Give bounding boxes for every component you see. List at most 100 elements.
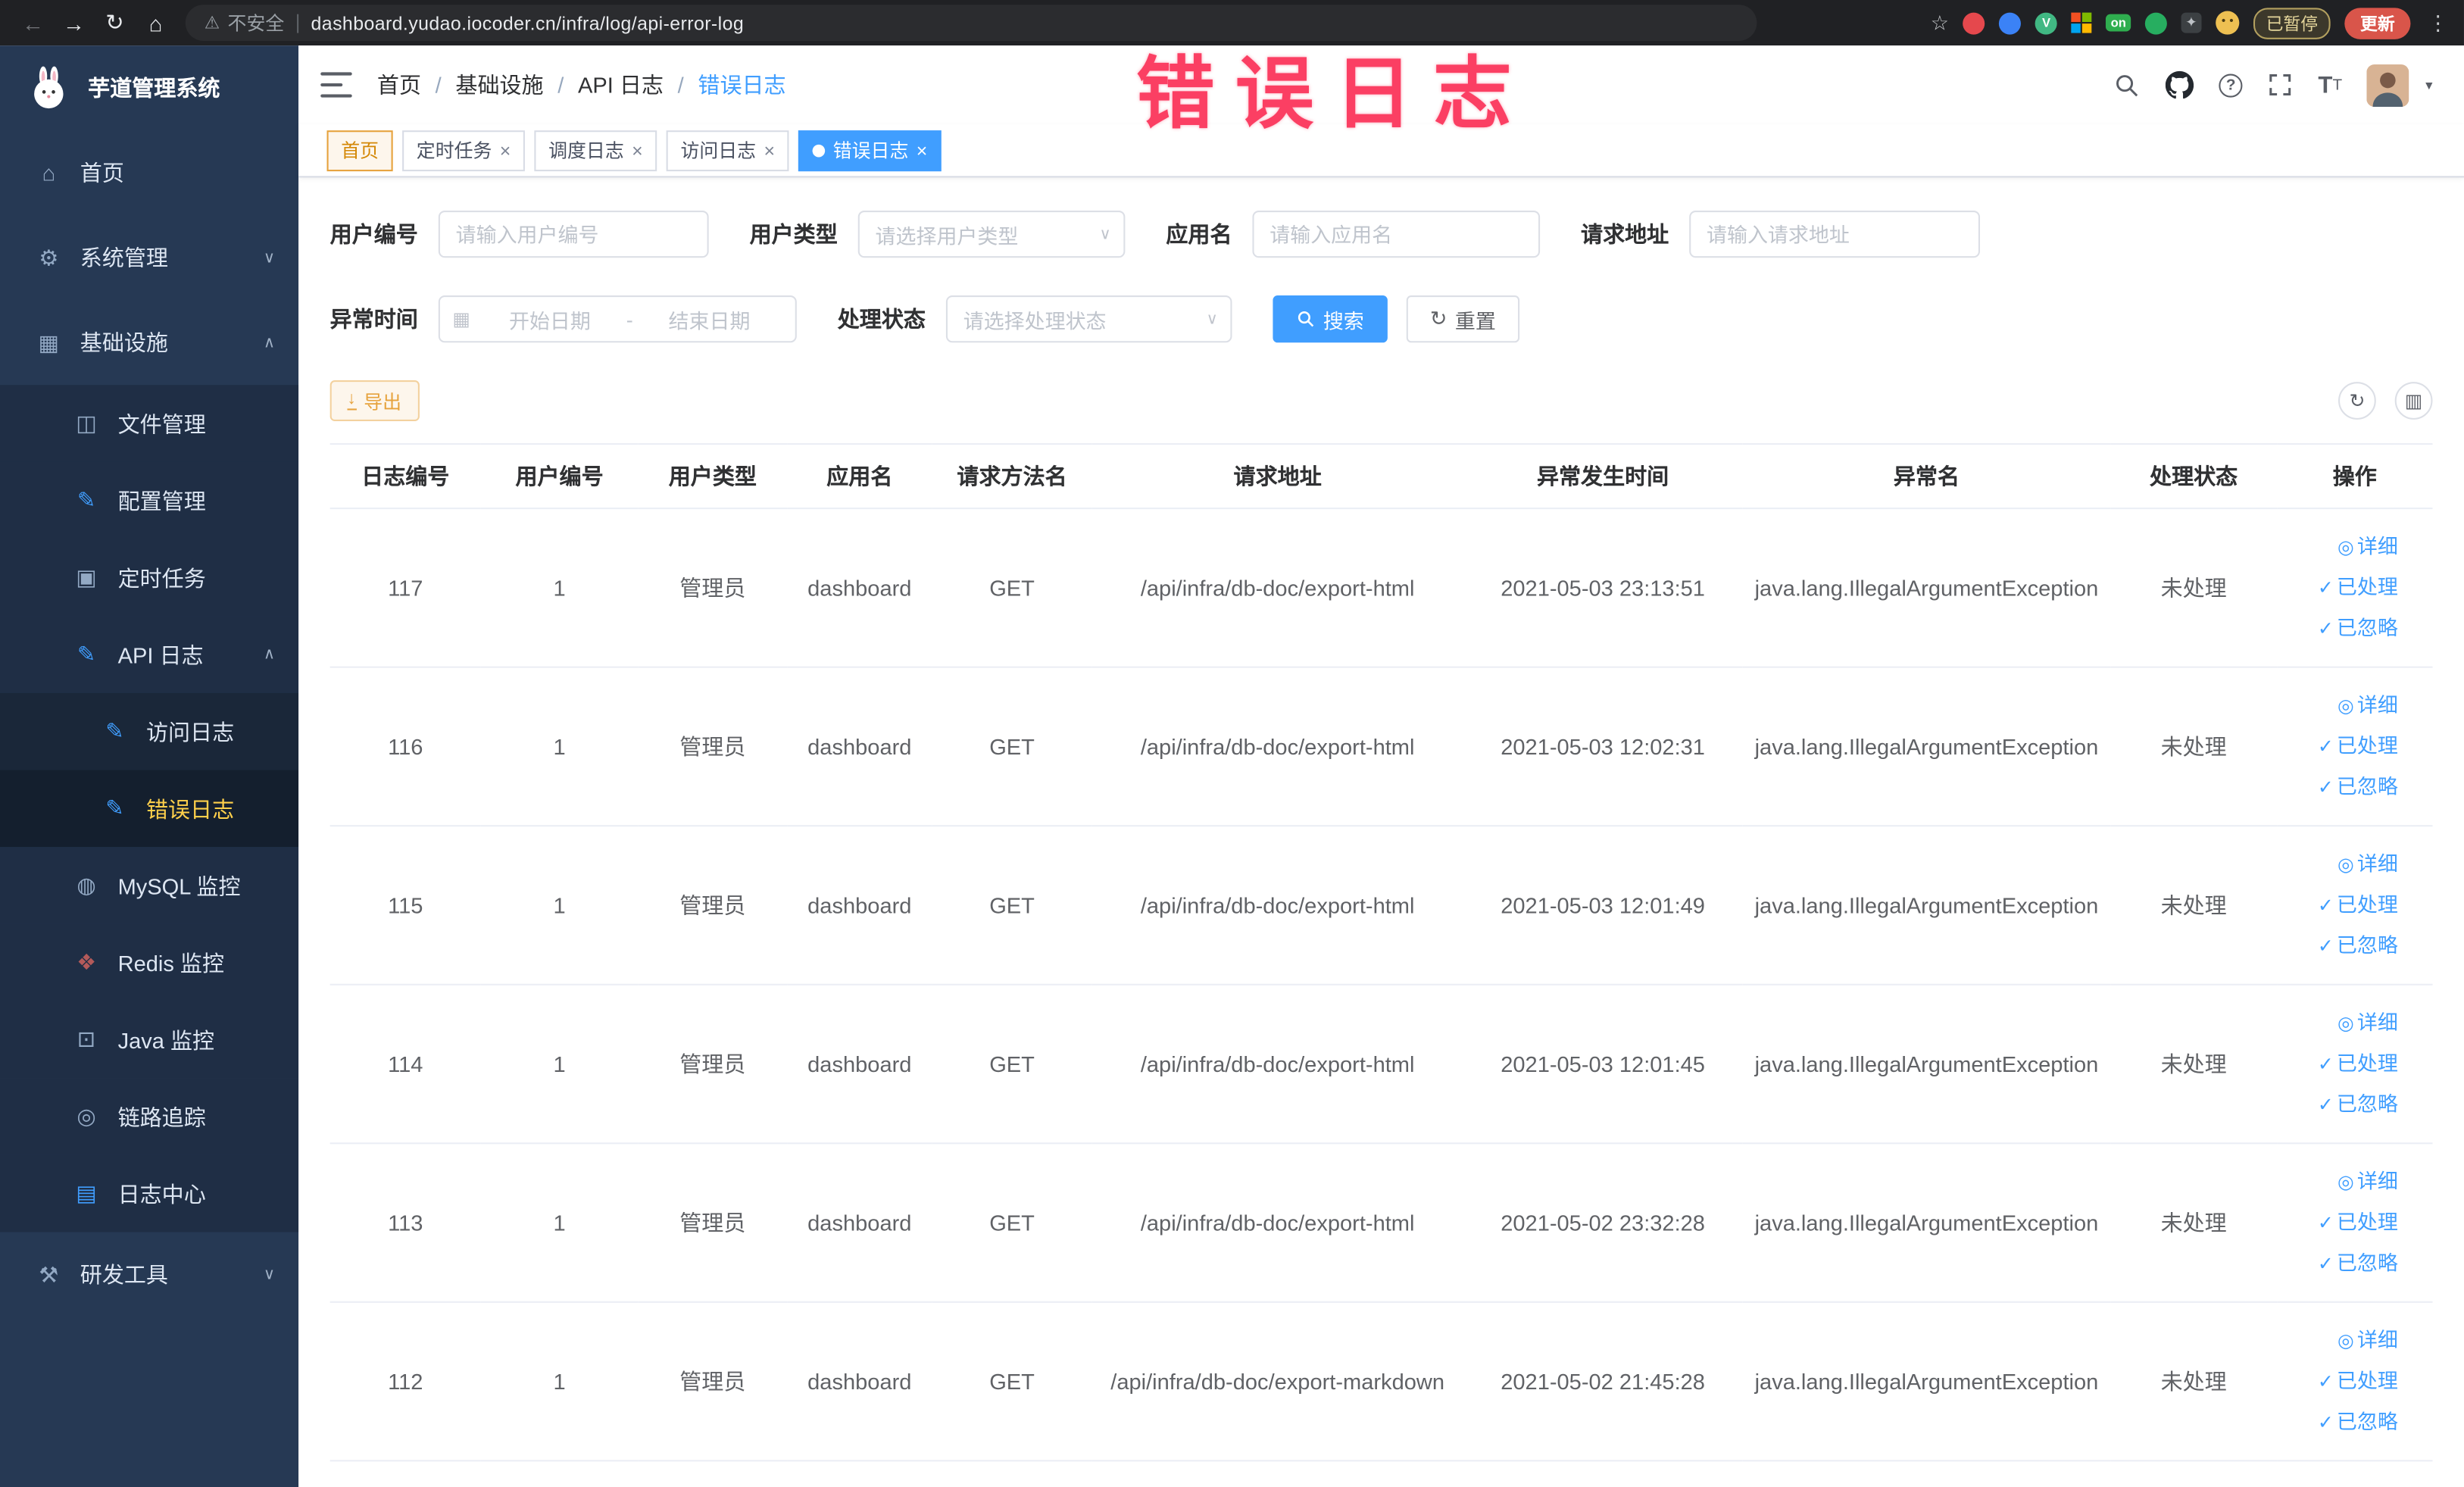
cell-user-id: 1: [480, 1301, 639, 1462]
process-status-select[interactable]: 请选择处理状态 ∨: [945, 295, 1232, 343]
breadcrumb-infrastructure[interactable]: 基础设施: [455, 69, 543, 100]
detail-link[interactable]: ◎ 详细: [2280, 844, 2398, 885]
sidebar-toggle-icon[interactable]: [320, 72, 352, 98]
ext-dark-icon[interactable]: ✦: [2181, 12, 2202, 33]
mark-processed-link[interactable]: ✓ 已处理: [2280, 726, 2398, 767]
close-icon[interactable]: ×: [500, 139, 511, 161]
request-url-input[interactable]: [1689, 210, 1980, 258]
mark-ignored-link[interactable]: ✓ 已忽略: [2280, 767, 2398, 808]
cell-app-name: dashboard: [787, 667, 932, 827]
ext-green-icon[interactable]: [2144, 11, 2167, 34]
detail-link[interactable]: ◎ 详细: [2280, 686, 2398, 726]
fullscreen-icon[interactable]: [2268, 72, 2293, 97]
reload-icon[interactable]: ↻: [94, 9, 135, 36]
help-icon[interactable]: ?: [2219, 73, 2243, 97]
app-name-input[interactable]: [1252, 210, 1541, 258]
sidebar-item-mysql-monitor[interactable]: ◍ MySQL 监控: [0, 847, 299, 924]
sidebar-item-scheduled-tasks[interactable]: ▣ 定时任务: [0, 539, 299, 617]
app-logo[interactable]: 芋道管理系统: [0, 45, 298, 130]
paused-badge[interactable]: 已暂停: [2253, 7, 2331, 39]
mark-processed-link[interactable]: ✓ 已处理: [2280, 1361, 2398, 1402]
mark-ignored-link[interactable]: ✓ 已忽略: [2280, 1402, 2398, 1443]
edit-icon: ✎: [105, 718, 124, 744]
breadcrumb-api-logs[interactable]: API 日志: [578, 69, 664, 100]
mark-ignored-link[interactable]: ✓ 已忽略: [2280, 608, 2398, 649]
mark-ignored-link[interactable]: ✓ 已忽略: [2280, 1243, 2398, 1284]
sidebar-item-log-center[interactable]: ▤ 日志中心: [0, 1154, 299, 1232]
page-content: 用户编号 用户类型 请选择用户类型 ∨ 应用名: [298, 177, 2464, 1487]
cell-exception-time: 2021-05-03 12:01:45: [1463, 984, 1743, 1145]
ext-vue-devtools-icon[interactable]: V: [2035, 11, 2058, 34]
close-icon[interactable]: ×: [632, 139, 643, 161]
browser-update-button[interactable]: 更新: [2344, 7, 2411, 39]
forward-icon[interactable]: →: [54, 10, 95, 35]
cell-exception-time: 2021-05-02 23:32:28: [1463, 1143, 1743, 1303]
cell-process-status: 未处理: [2110, 508, 2278, 668]
refresh-table-button[interactable]: ↻: [2338, 382, 2376, 420]
sidebar-item-link-tracing[interactable]: ◎ 链路追踪: [0, 1078, 299, 1155]
back-icon[interactable]: ←: [13, 10, 54, 35]
sidebar-item-access-log[interactable]: ✎ 访问日志: [0, 692, 299, 770]
sidebar-item-redis-monitor[interactable]: ❖ Redis 监控: [0, 923, 299, 1001]
ext-grid-icon[interactable]: [2071, 12, 2092, 33]
cell-log-id: 116: [329, 667, 481, 827]
sidebar-item-dev-tools[interactable]: ⚒ 研发工具 ∨: [0, 1232, 298, 1317]
sidebar-item-config-management[interactable]: ✎ 配置管理: [0, 461, 299, 539]
check-icon: ✓: [2317, 1252, 2334, 1275]
sidebar-item-home[interactable]: ⌂ 首页: [0, 130, 298, 215]
bookmark-star-icon[interactable]: ☆: [1931, 10, 1949, 35]
browser-menu-icon[interactable]: ⋮: [2425, 10, 2451, 35]
detail-link[interactable]: ◎ 详细: [2280, 1003, 2398, 1044]
tab-error-log[interactable]: 错误日志 ×: [798, 130, 942, 171]
github-icon[interactable]: [2166, 70, 2194, 99]
ext-drop-icon[interactable]: [1999, 11, 2022, 34]
search-button[interactable]: 搜索: [1273, 295, 1388, 343]
address-bar[interactable]: ⚠ 不安全 dashboard.yudao.iocoder.cn/infra/l…: [185, 5, 1757, 41]
chevron-down-icon[interactable]: ▾: [2425, 77, 2432, 94]
detail-link[interactable]: ◎ 详细: [2280, 1320, 2398, 1361]
user-type-select[interactable]: 请选择用户类型 ∨: [857, 210, 1126, 258]
url-text[interactable]: dashboard.yudao.iocoder.cn/infra/log/api…: [311, 12, 745, 34]
sidebar-item-infrastructure[interactable]: ▦ 基础设施 ∧: [0, 300, 298, 385]
ext-on-badge[interactable]: on: [2106, 14, 2131, 32]
ext-tampermonkey-icon[interactable]: [2216, 11, 2240, 35]
search-icon[interactable]: [2114, 71, 2141, 98]
reset-button[interactable]: ↻ 重置: [1406, 295, 1520, 343]
export-button[interactable]: ↓ 导出: [329, 380, 419, 421]
breadcrumb-home[interactable]: 首页: [377, 69, 421, 100]
mark-ignored-link[interactable]: ✓ 已忽略: [2280, 1084, 2398, 1125]
sidebar-item-file-management[interactable]: ◫ 文件管理: [0, 385, 299, 462]
ext-adblock-icon[interactable]: [1963, 11, 1985, 34]
mark-processed-link[interactable]: ✓ 已处理: [2280, 567, 2398, 608]
detail-link[interactable]: ◎ 详细: [2280, 1161, 2398, 1202]
cell-exception-name: java.lang.IllegalArgumentException: [1742, 667, 2111, 827]
font-size-icon[interactable]: TT: [2318, 71, 2342, 98]
column-settings-button[interactable]: ▥: [2394, 382, 2433, 420]
app-name-label: 应用名: [1166, 221, 1232, 247]
detail-link[interactable]: ◎ 详细: [2280, 526, 2398, 567]
cell-user-type: 管理员: [638, 826, 788, 986]
mark-processed-link[interactable]: ✓ 已处理: [2280, 1044, 2398, 1085]
home-icon[interactable]: ⌂: [135, 10, 176, 35]
chevron-up-icon: ∧: [263, 645, 276, 664]
close-icon[interactable]: ×: [917, 139, 928, 161]
cell-exception-name: java.lang.IllegalArgumentException: [1742, 1143, 2111, 1303]
tab-scheduled-tasks[interactable]: 定时任务 ×: [402, 130, 526, 171]
mark-processed-link[interactable]: ✓ 已处理: [2280, 1202, 2398, 1243]
active-dot-icon: [812, 143, 826, 157]
sidebar-item-api-logs[interactable]: ✎ API 日志 ∧: [0, 616, 299, 693]
user-id-input[interactable]: [438, 210, 709, 258]
mark-ignored-link[interactable]: ✓ 已忽略: [2280, 926, 2398, 967]
check-icon: ✓: [2317, 576, 2334, 599]
mark-processed-link[interactable]: ✓ 已处理: [2280, 885, 2398, 926]
avatar[interactable]: [2367, 64, 2410, 107]
sidebar-item-system-management[interactable]: ⚙ 系统管理 ∨: [0, 215, 298, 300]
sidebar-item-java-monitor[interactable]: ⊡ Java 监控: [0, 1001, 299, 1079]
exception-time-range-picker[interactable]: ▦ 开始日期 - 结束日期: [438, 295, 797, 343]
tab-access-log[interactable]: 访问日志 ×: [666, 130, 789, 171]
tab-home[interactable]: 首页: [326, 130, 393, 171]
sidebar-item-error-log[interactable]: ✎ 错误日志: [0, 770, 299, 848]
security-label[interactable]: 不安全: [228, 9, 285, 36]
close-icon[interactable]: ×: [764, 139, 775, 161]
tab-schedule-log[interactable]: 调度日志 ×: [534, 130, 657, 171]
